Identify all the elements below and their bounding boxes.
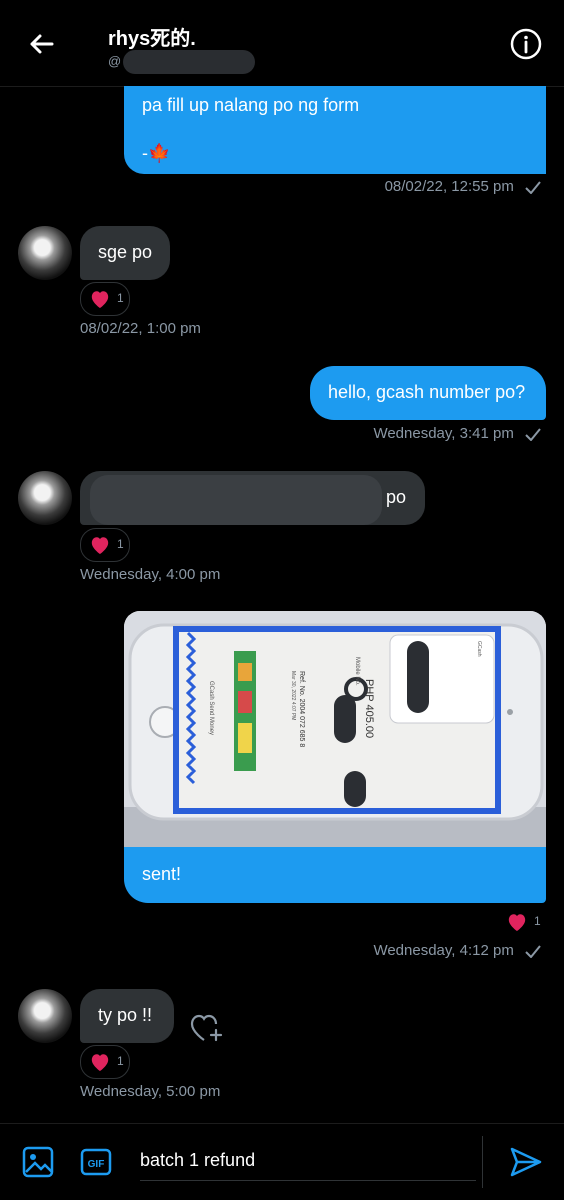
arrow-left-icon <box>30 34 54 54</box>
message-text: ty po !! <box>98 1005 153 1025</box>
heart-icon <box>91 537 109 555</box>
heart-reaction[interactable]: 1 <box>80 282 130 316</box>
message-timestamp: 08/02/22, 1:00 pm <box>80 320 201 337</box>
info-icon <box>510 28 542 60</box>
redacted-handle <box>123 50 256 74</box>
timestamp-text: Wednesday, 4:12 pm <box>373 942 514 959</box>
date-text: Mar 30, 2022 4:07 PM <box>290 671 296 720</box>
message-text: hello, gcash number po? <box>328 382 526 402</box>
heart-reaction[interactable]: 1 <box>80 528 130 562</box>
media-button[interactable] <box>20 1144 56 1180</box>
message-text: sent! <box>142 864 182 884</box>
message-input[interactable]: batch 1 refund <box>140 1140 476 1181</box>
handle-prefix: @ <box>108 53 122 69</box>
avatar[interactable] <box>18 471 72 525</box>
gif-icon: GIF <box>80 1148 112 1176</box>
message-text: po <box>386 487 407 507</box>
outgoing-message-bubble[interactable]: pa fill up nalang po ng form -🍁 <box>124 86 546 174</box>
heart-icon <box>508 914 526 932</box>
add-reaction-button[interactable] <box>188 1010 228 1046</box>
message-composer: GIF batch 1 refund <box>0 1123 564 1200</box>
conversation-header: rhys死的. @ <box>0 0 564 87</box>
gif-button[interactable]: GIF <box>78 1144 114 1180</box>
message-signature: -🍁 <box>142 143 171 163</box>
back-button[interactable] <box>22 24 62 64</box>
svg-text:GIF: GIF <box>88 1159 105 1170</box>
message-timestamp: Wednesday, 4:12 pm <box>373 942 542 959</box>
send-button[interactable] <box>506 1142 546 1182</box>
message-text: pa fill up nalang po ng form <box>142 95 360 115</box>
incoming-message-bubble[interactable]: sge po <box>80 226 170 280</box>
notification-text: GCash <box>476 641 482 657</box>
reaction-count: 1 <box>117 291 124 305</box>
phone-screenshot-photo: PHP 405.00 Mobile No. Ref. No. 2004 072 … <box>124 611 546 847</box>
conversation-handle: @ <box>108 50 256 74</box>
incoming-message-bubble[interactable]: po <box>80 471 425 525</box>
heart-icon <box>91 1054 109 1072</box>
heart-plus-icon <box>190 1014 223 1042</box>
message-timestamp: Wednesday, 4:00 pm <box>80 566 221 583</box>
attached-photo[interactable]: PHP 405.00 Mobile No. Ref. No. 2004 072 … <box>124 611 546 847</box>
reaction-count: 1 <box>117 1054 124 1068</box>
avatar[interactable] <box>18 989 72 1043</box>
send-icon <box>510 1147 542 1177</box>
info-button[interactable] <box>506 24 546 64</box>
heart-reaction[interactable]: 1 <box>498 906 546 938</box>
heart-reaction[interactable]: 1 <box>80 1045 130 1079</box>
outgoing-message-bubble[interactable]: hello, gcash number po? <box>310 366 546 420</box>
sent-check-icon <box>525 945 541 959</box>
message-text: sge po <box>98 242 153 262</box>
mobile-label: Mobile No. <box>354 657 360 686</box>
sent-check-icon <box>525 428 541 442</box>
sent-check-icon <box>525 181 541 195</box>
reaction-count: 1 <box>534 914 541 928</box>
reaction-count: 1 <box>117 537 124 551</box>
heart-icon <box>91 291 109 309</box>
timestamp-text: Wednesday, 3:41 pm <box>373 425 514 442</box>
avatar[interactable] <box>18 226 72 280</box>
outgoing-message-bubble[interactable]: sent! <box>124 847 546 903</box>
timestamp-text: 08/02/22, 12:55 pm <box>384 178 514 195</box>
reference-text: Ref. No. 2004 072 685 8 <box>298 671 305 747</box>
footer-text: GCash Send Money <box>208 681 214 735</box>
message-timestamp: Wednesday, 5:00 pm <box>80 1083 221 1100</box>
conversation-title[interactable]: rhys死的. <box>108 22 196 51</box>
incoming-message-bubble[interactable]: ty po !! <box>80 989 174 1043</box>
redacted-text <box>90 475 382 525</box>
message-timestamp: Wednesday, 3:41 pm <box>373 425 542 442</box>
image-icon <box>22 1146 54 1178</box>
divider <box>482 1136 483 1188</box>
amount-text: PHP 405.00 <box>363 679 375 738</box>
message-timestamp: 08/02/22, 12:55 pm <box>385 178 542 195</box>
